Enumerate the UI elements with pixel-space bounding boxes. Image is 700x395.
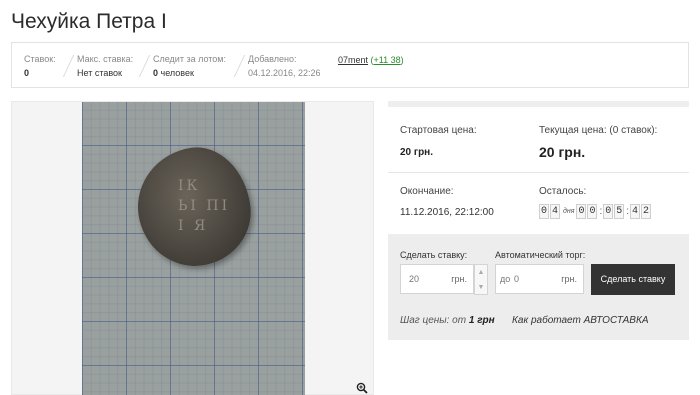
price-step-pre: от	[449, 315, 469, 326]
bids-count: 0	[24, 68, 30, 78]
timer-days-word: дня	[563, 208, 575, 215]
chevron-down-icon[interactable]: ▼	[475, 280, 487, 295]
bids-stat: Ставок: 0	[24, 54, 56, 79]
timer-digit: 2	[641, 204, 652, 219]
start-price-block: Стартовая цена: 20 грн.	[400, 125, 477, 158]
timer-digit: 4	[550, 204, 560, 219]
lot-stats-bar: Ставок: 0 Макс. ставка: Нет ставок Следи…	[11, 42, 689, 88]
bid-stepper[interactable]: ▲ ▼	[474, 264, 488, 295]
divider	[388, 172, 689, 173]
bid-amount-input[interactable]	[409, 274, 449, 284]
autobid-help-link[interactable]: Как работает АВТОСТАВКА	[512, 315, 649, 326]
watchers-stat: Следит за лотом: 0 человек	[153, 54, 226, 79]
current-price-label: Текущая цена: (0 ставок):	[539, 125, 658, 136]
timer-digit: 0	[587, 204, 598, 219]
auto-bid-field[interactable]: до грн.	[495, 264, 584, 294]
seller-rating-link[interactable]: +11 38	[374, 55, 401, 65]
remaining-label: Осталось:	[539, 186, 587, 197]
make-bid-label: Сделать ставку:	[400, 250, 468, 260]
timer-digit: 4	[630, 204, 641, 219]
auto-bid-input[interactable]	[514, 274, 554, 284]
stat-divider	[138, 55, 151, 77]
bid-amount-field[interactable]: грн.	[400, 264, 474, 294]
auto-currency-unit: грн.	[561, 274, 577, 284]
bids-label: Ставок:	[24, 54, 56, 64]
start-price-value: 20 грн.	[400, 147, 433, 158]
place-bid-button[interactable]: Сделать ставку	[591, 264, 675, 295]
price-step-label: Шаг цены:	[400, 315, 450, 326]
added-date: 04.12.2016, 22:26	[248, 68, 321, 78]
countdown-block: Осталось: 0 4 дня 0 0 : 0 5 : 4 2	[539, 186, 652, 219]
added-stat: Добавлено: 04.12.2016, 22:26	[248, 54, 321, 79]
start-price-label: Стартовая цена:	[400, 125, 477, 136]
timer-colon: :	[626, 206, 630, 217]
seller-info: 07ment (+11 38)	[338, 55, 404, 65]
timer-digit: 0	[576, 204, 587, 219]
timer-digit: 0	[539, 204, 549, 219]
page-title: Чехуйка Петра I	[11, 10, 167, 33]
bid-currency-unit: грн.	[451, 274, 467, 284]
auto-bid-label: Автоматический торг:	[495, 250, 586, 260]
max-bid-label: Макс. ставка:	[77, 54, 134, 64]
timer-colon: :	[599, 206, 603, 217]
end-label: Окончание:	[400, 186, 454, 197]
coin-inscription: IК ЬI ПI I Я	[178, 178, 231, 234]
stat-divider	[233, 55, 246, 77]
countdown-timer: 0 4 дня 0 0 : 0 5 : 4 2	[539, 204, 652, 219]
stat-divider	[62, 55, 75, 77]
zoom-icon[interactable]	[356, 382, 368, 394]
current-price-block: Текущая цена: (0 ставок): 20 грн.	[539, 125, 657, 160]
end-time-block: Окончание: 11.12.2016, 22:12:00	[400, 186, 494, 218]
price-step-value: 1 грн	[468, 315, 495, 326]
timer-digit: 5	[614, 204, 625, 219]
chevron-up-icon[interactable]: ▲	[475, 265, 487, 280]
timer-digit: 0	[603, 204, 614, 219]
watchers-label: Следит за лотом:	[153, 54, 226, 64]
current-price-value: 20 грн.	[539, 144, 586, 160]
auto-bid-prefix: до	[500, 274, 511, 284]
max-bid-stat: Макс. ставка: Нет ставок	[77, 54, 133, 79]
price-step: Шаг цены: от 1 грн	[400, 315, 495, 326]
end-date-value: 11.12.2016, 22:12:00	[400, 207, 494, 218]
seller-name-link[interactable]: 07ment	[338, 55, 368, 65]
added-label: Добавлено:	[248, 54, 297, 64]
max-bid-value: Нет ставок	[77, 68, 122, 78]
watchers-unit: человек	[158, 68, 194, 78]
